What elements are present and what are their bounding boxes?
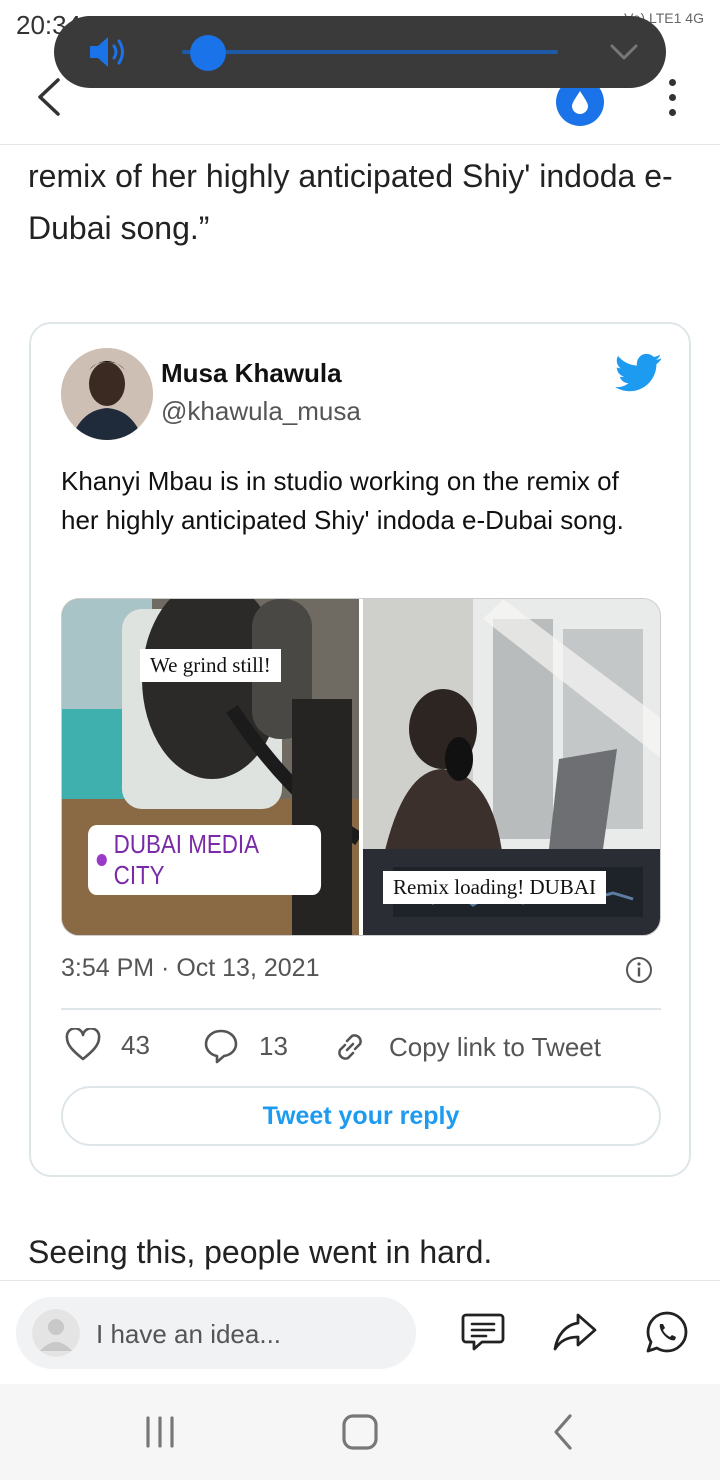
tweet-timestamp[interactable]: 3:54 PM · Oct 13, 2021: [61, 954, 319, 983]
author-avatar[interactable]: [61, 348, 153, 440]
photo-caption: We grind still!: [140, 649, 281, 682]
chevron-left-icon: [38, 78, 60, 116]
reply-count: 13: [259, 1030, 288, 1061]
info-icon[interactable]: [625, 956, 653, 984]
share-icon[interactable]: [552, 1309, 598, 1355]
volume-overlay: [54, 16, 666, 88]
tweet-actions: 43 13 Copy link to Tweet: [61, 1028, 661, 1068]
comment-placeholder: I have an idea...: [96, 1319, 282, 1349]
dot-icon: [668, 108, 676, 116]
recent-apps-icon[interactable]: [140, 1412, 180, 1452]
chevron-down-icon[interactable]: [608, 38, 640, 66]
speaker-icon[interactable]: [88, 34, 130, 70]
back-nav-icon[interactable]: [544, 1412, 584, 1452]
tweet-text: Khanyi Mbau is in studio working on the …: [61, 466, 624, 535]
location-pin-icon: [96, 854, 107, 866]
like-button[interactable]: 43: [65, 1028, 150, 1062]
comment-input[interactable]: I have an idea...: [16, 1297, 416, 1369]
volume-slider-track[interactable]: [182, 50, 558, 54]
divider: [61, 1008, 661, 1010]
reply-button[interactable]: 13: [203, 1028, 288, 1064]
article-paragraph: Seeing this, people went in hard.: [28, 1234, 493, 1270]
media-photo-left[interactable]: We grind still! DUBAI MEDIA CITY: [62, 599, 363, 935]
home-icon[interactable]: [340, 1412, 380, 1452]
more-options-button[interactable]: [660, 72, 684, 122]
user-avatar-icon: [32, 1309, 80, 1357]
back-button[interactable]: [28, 72, 72, 122]
comments-icon[interactable]: [460, 1309, 506, 1355]
location-tag: DUBAI MEDIA CITY: [88, 825, 322, 895]
tweet-your-reply-button[interactable]: Tweet your reply: [61, 1086, 661, 1146]
location-tag-label: DUBAI MEDIA CITY: [113, 829, 258, 890]
tweet-media[interactable]: We grind still! DUBAI MEDIA CITY Remix l…: [61, 598, 661, 936]
water-drop-icon: [572, 91, 588, 114]
embedded-tweet[interactable]: Musa Khawula @khawula_musa Khanyi Mbau i…: [29, 322, 691, 1177]
author-handle[interactable]: @khawula_musa: [161, 396, 361, 427]
copy-link-label: Copy link to Tweet: [389, 1031, 601, 1062]
like-count: 43: [121, 1029, 150, 1060]
author-name[interactable]: Musa Khawula: [161, 358, 342, 389]
article-paragraph: remix of her highly anticipated Shiy' in…: [28, 158, 673, 246]
heart-icon: [65, 1028, 101, 1061]
copy-link-button[interactable]: Copy link to Tweet: [331, 1028, 601, 1066]
whatsapp-icon[interactable]: [644, 1309, 690, 1355]
twitter-bird-icon[interactable]: [615, 352, 661, 392]
dot-icon: [668, 93, 676, 101]
system-nav-bar: [0, 1384, 720, 1480]
media-photo-right[interactable]: Remix loading! DUBAI: [363, 599, 660, 935]
bottom-toolbar: I have an idea...: [0, 1280, 720, 1384]
speech-bubble-icon: [204, 1029, 238, 1064]
avatar-image: [61, 348, 153, 440]
dot-icon: [668, 78, 676, 86]
photo-caption: Remix loading! DUBAI: [383, 871, 606, 904]
link-icon: [338, 1034, 362, 1060]
volume-slider-thumb[interactable]: [190, 35, 227, 71]
